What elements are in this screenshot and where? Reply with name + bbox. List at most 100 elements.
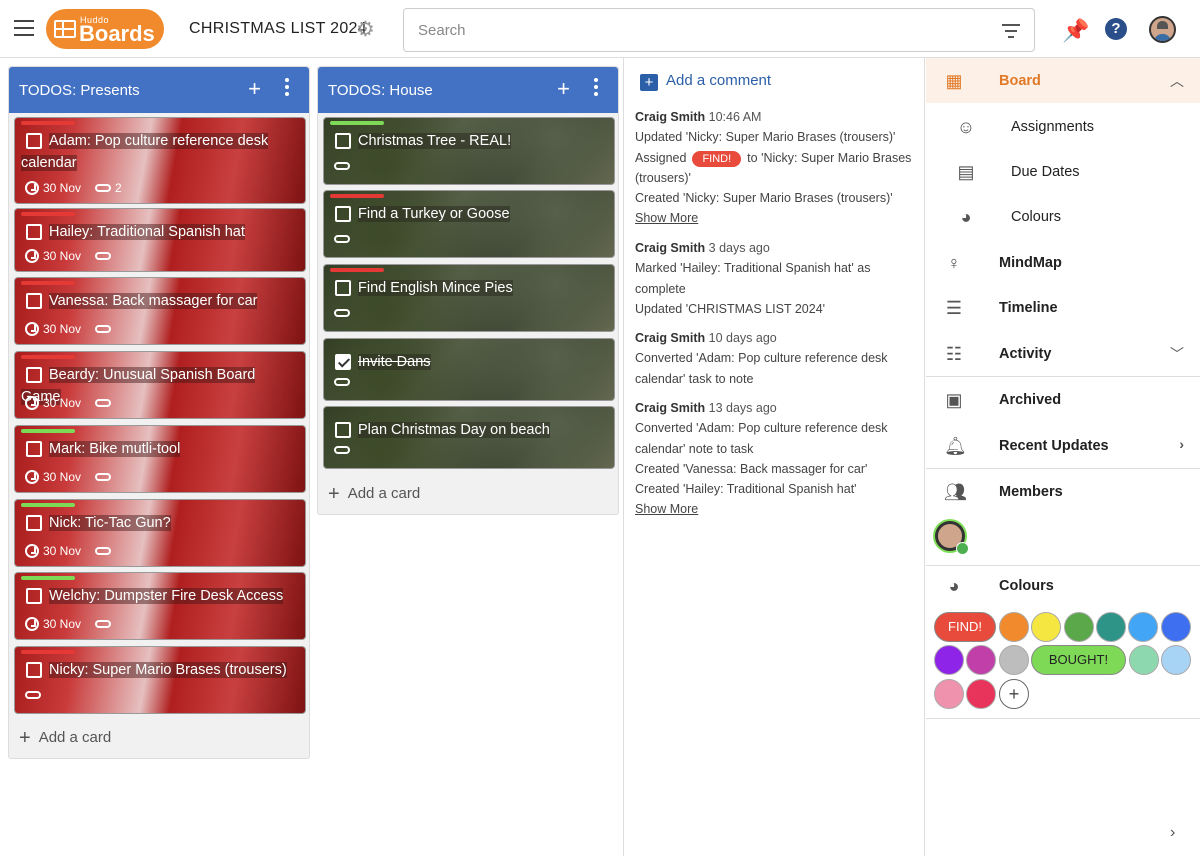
colour-swatch[interactable] — [999, 645, 1029, 675]
card[interactable]: Hailey: Traditional Spanish hat 30 Nov — [14, 208, 306, 272]
link-icon — [334, 309, 350, 317]
add-card-icon[interactable]: + — [248, 77, 261, 101]
find-badge: FIND! — [692, 150, 742, 167]
entry-time: 10:46 AM — [708, 110, 762, 124]
card-due-date: 30 Nov — [43, 181, 82, 195]
sidebar-item-board[interactable]: ▦ Board ︿ — [926, 58, 1200, 103]
user-avatar[interactable] — [1149, 16, 1176, 43]
filter-icon[interactable] — [1002, 24, 1020, 38]
card[interactable]: Adam: Pop culture reference desk calenda… — [14, 117, 306, 204]
entry-line: Created 'Nicky: Super Mario Brases (trou… — [635, 191, 893, 206]
card-label-tag — [330, 121, 384, 125]
search-box[interactable] — [403, 8, 1035, 52]
card-title-text: Invite Dans — [358, 354, 431, 370]
card-label-tag — [21, 121, 75, 125]
add-colour-button[interactable]: + — [999, 679, 1029, 709]
colour-label-pill[interactable]: FIND! — [934, 612, 996, 642]
list-title: TODOS: Presents — [19, 82, 140, 99]
colour-swatch[interactable] — [1064, 612, 1094, 642]
chevron-up-icon[interactable]: ︿ — [1170, 71, 1184, 91]
colour-swatch[interactable] — [1161, 645, 1191, 675]
colour-swatch[interactable] — [1031, 612, 1061, 642]
sidebar-item-archived[interactable]: ▣ Archived — [926, 377, 1200, 422]
card-title-text: Nicky: Super Mario Brases (trousers) — [49, 662, 287, 678]
card[interactable]: Mark: Bike mutli-tool 30 Nov — [14, 425, 306, 493]
add-card-button[interactable]: + Add a card — [19, 727, 111, 750]
colour-swatch[interactable] — [1128, 612, 1158, 642]
card[interactable]: Invite Dans — [323, 338, 615, 401]
colour-swatch[interactable] — [999, 612, 1029, 642]
chevron-down-icon[interactable]: ﹀ — [1170, 344, 1184, 364]
colour-swatch[interactable] — [1096, 612, 1126, 642]
colour-label-pill[interactable]: BOUGHT! — [1031, 645, 1126, 675]
link-icon — [95, 473, 112, 481]
comments-panel: + Add a comment Craig Smith 10:46 AM Upda… — [623, 58, 925, 856]
sidebar-item-mindmap[interactable]: ♀ MindMap — [926, 240, 1200, 285]
card[interactable]: Find a Turkey or Goose — [323, 190, 615, 258]
card[interactable]: Christmas Tree - REAL! — [323, 117, 615, 185]
colour-swatch[interactable] — [934, 679, 964, 709]
menu-icon[interactable] — [14, 20, 34, 36]
card[interactable]: Nicky: Super Mario Brases (trousers) — [14, 646, 306, 714]
card[interactable]: Nick: Tic-Tac Gun? 30 Nov — [14, 499, 306, 567]
sidebar-item-assignments[interactable]: ☺ Assignments — [926, 104, 1200, 149]
colour-swatch[interactable] — [966, 679, 996, 709]
colour-swatch[interactable] — [934, 645, 964, 675]
entry-line: Created 'Hailey: Traditional Spanish hat… — [635, 482, 857, 497]
card-title: Plan Christmas Day on beach — [330, 419, 604, 441]
chevron-right-icon[interactable]: › — [1179, 436, 1184, 452]
colour-swatch[interactable] — [1129, 645, 1159, 675]
link-icon — [95, 252, 112, 260]
add-comment-icon: + — [640, 74, 658, 91]
card-label-tag — [21, 650, 75, 654]
card-meta — [334, 162, 350, 170]
search-input[interactable] — [418, 22, 978, 39]
card-title: Nicky: Super Mario Brases (trousers) — [21, 659, 295, 681]
more-vert-icon[interactable] — [594, 78, 598, 100]
card-label-tag — [21, 503, 75, 507]
alarm-icon — [25, 181, 39, 195]
sidebar-label: Timeline — [999, 300, 1058, 316]
sidebar-item-due-dates[interactable]: ▤ Due Dates — [926, 149, 1200, 194]
alarm-icon — [25, 544, 39, 558]
colour-swatch[interactable] — [966, 645, 996, 675]
sidebar-item-activity[interactable]: ☷ Activity ﹀ — [926, 331, 1200, 376]
card-title: Vanessa: Back massager for car — [21, 290, 295, 312]
sidebar-item-timeline[interactable]: ☰ Timeline — [926, 285, 1200, 330]
card-title-text: Vanessa: Back massager for car — [49, 293, 258, 309]
card[interactable]: Find English Mince Pies — [323, 264, 615, 332]
add-card-button[interactable]: + Add a card — [328, 483, 420, 506]
show-more-link[interactable]: Show More — [635, 499, 917, 519]
lightbulb-icon: ♀ — [947, 253, 961, 273]
board-title[interactable]: CHRISTMAS LIST 2024 — [189, 20, 367, 38]
entry-time: 10 days ago — [708, 331, 777, 345]
card[interactable]: Plan Christmas Day on beach — [323, 406, 615, 469]
help-icon[interactable]: ? — [1105, 18, 1127, 40]
colour-swatch[interactable] — [1161, 612, 1191, 642]
sidebar-label: Due Dates — [1011, 164, 1080, 180]
sidebar-item-recent-updates[interactable]: 🔔︎ Recent Updates › — [926, 423, 1200, 468]
entry-author: Craig Smith — [635, 241, 706, 255]
sidebar-item-colours[interactable]: ◕ Colours — [926, 563, 1200, 608]
member-avatar[interactable] — [935, 521, 969, 555]
app-logo[interactable]: Huddo Boards — [46, 9, 164, 49]
palette-icon: ◕ — [960, 207, 972, 227]
entry-time: 3 days ago — [708, 241, 770, 255]
sidebar-item-colours-sub[interactable]: ◕ Colours — [926, 194, 1200, 239]
calendar-icon: ▤ — [957, 162, 975, 182]
chevron-right-icon[interactable]: › — [1170, 824, 1175, 842]
pin-icon[interactable]: 📌 — [1062, 18, 1089, 44]
activity-entry: Craig Smith 13 days ago Converted 'Adam:… — [635, 398, 917, 520]
gear-icon[interactable]: ⚙ — [356, 19, 377, 40]
show-more-link[interactable]: Show More — [635, 208, 917, 228]
sidebar-label: Archived — [999, 392, 1062, 408]
sidebar-item-members[interactable]: 👥︎ Members — [926, 469, 1200, 514]
card[interactable]: Beardy: Unusual Spanish Board Game 30 Nov — [14, 351, 306, 419]
board-icon: ▦ — [945, 71, 963, 91]
card[interactable]: Vanessa: Back massager for car 30 Nov — [14, 277, 306, 345]
card[interactable]: Welchy: Dumpster Fire Desk Access 30 Nov — [14, 572, 306, 640]
more-vert-icon[interactable] — [285, 78, 289, 100]
add-comment-button[interactable]: + Add a comment — [640, 72, 771, 91]
alarm-icon — [25, 470, 39, 484]
add-card-icon[interactable]: + — [557, 77, 570, 101]
